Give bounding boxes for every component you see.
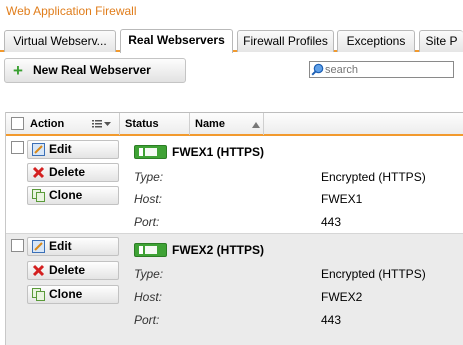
port-value: 443 <box>321 215 342 229</box>
toggle-knob <box>139 148 143 156</box>
column-status[interactable]: Status <box>120 113 190 135</box>
plus-icon: + <box>13 61 23 80</box>
column-name[interactable]: Name <box>190 113 264 135</box>
status-toggle[interactable] <box>134 243 167 257</box>
clone-button[interactable]: Clone <box>27 285 119 304</box>
new-real-webserver-label: New Real Webserver <box>33 63 151 77</box>
port-value: 443 <box>321 313 342 327</box>
edit-label: Edit <box>49 142 72 156</box>
toggle-knob <box>139 246 143 254</box>
tab-virtual-webservers[interactable]: Virtual Webserv... <box>4 30 116 52</box>
app-title: Web Application Firewall <box>6 4 137 18</box>
clone-button[interactable]: Clone <box>27 186 119 205</box>
server-name: FWEX2 (HTTPS) <box>172 243 264 257</box>
delete-icon <box>32 166 45 179</box>
port-label: Port: <box>134 313 160 327</box>
host-value: FWEX1 <box>321 192 363 206</box>
column-name-label: Name <box>195 118 225 130</box>
tab-site-p[interactable]: Site P <box>419 30 463 52</box>
port-label: Port: <box>134 215 160 229</box>
edit-icon <box>32 240 45 253</box>
delete-button[interactable]: Delete <box>27 163 119 182</box>
delete-label: Delete <box>49 263 86 277</box>
delete-button[interactable]: Delete <box>27 261 119 280</box>
sort-ascending-icon <box>252 122 260 128</box>
status-toggle[interactable] <box>134 145 167 159</box>
delete-label: Delete <box>49 165 86 179</box>
type-label: Type: <box>134 170 164 184</box>
edit-button[interactable]: Edit <box>27 140 119 159</box>
edit-icon <box>32 143 45 156</box>
type-value: Encrypted (HTTPS) <box>321 170 426 184</box>
clone-icon <box>32 189 45 202</box>
type-value: Encrypted (HTTPS) <box>321 267 426 281</box>
clone-label: Clone <box>49 287 83 301</box>
row-checkbox[interactable] <box>11 141 24 154</box>
search-icon <box>311 63 324 76</box>
tab-firewall-profiles[interactable]: Firewall Profiles <box>237 30 334 52</box>
search-box <box>309 61 454 78</box>
clone-label: Clone <box>49 188 83 202</box>
host-label: Host: <box>134 192 163 206</box>
server-name: FWEX1 (HTTPS) <box>172 145 264 159</box>
table-row: Edit Delete Clone FWEX1 (HTTPS) Type: En… <box>6 138 463 234</box>
column-action: Action <box>6 113 120 135</box>
select-all-checkbox[interactable] <box>11 117 24 130</box>
webserver-grid: Action Status Name Edit Delete Clone FWE… <box>5 112 463 345</box>
grid-header: Action Status Name <box>6 112 463 136</box>
column-menu-icon[interactable] <box>92 119 112 129</box>
toggle-track <box>145 246 157 254</box>
clone-icon <box>32 288 45 301</box>
host-label: Host: <box>134 290 163 304</box>
host-value: FWEX2 <box>321 290 363 304</box>
edit-button[interactable]: Edit <box>27 237 119 256</box>
tab-exceptions[interactable]: Exceptions <box>337 30 415 52</box>
table-row: Edit Delete Clone FWEX2 (HTTPS) Type: En… <box>6 234 463 345</box>
new-real-webserver-button[interactable]: + New Real Webserver <box>4 58 186 83</box>
tab-bar: Virtual Webserv... Real Webservers Firew… <box>0 29 463 53</box>
row-checkbox[interactable] <box>11 239 24 252</box>
search-input[interactable] <box>325 62 453 77</box>
column-action-label: Action <box>30 118 65 130</box>
toggle-track <box>145 148 157 156</box>
type-label: Type: <box>134 267 164 281</box>
edit-label: Edit <box>49 239 72 253</box>
column-status-label: Status <box>125 118 159 130</box>
tab-real-webservers[interactable]: Real Webservers <box>120 29 233 53</box>
delete-icon <box>32 264 45 277</box>
